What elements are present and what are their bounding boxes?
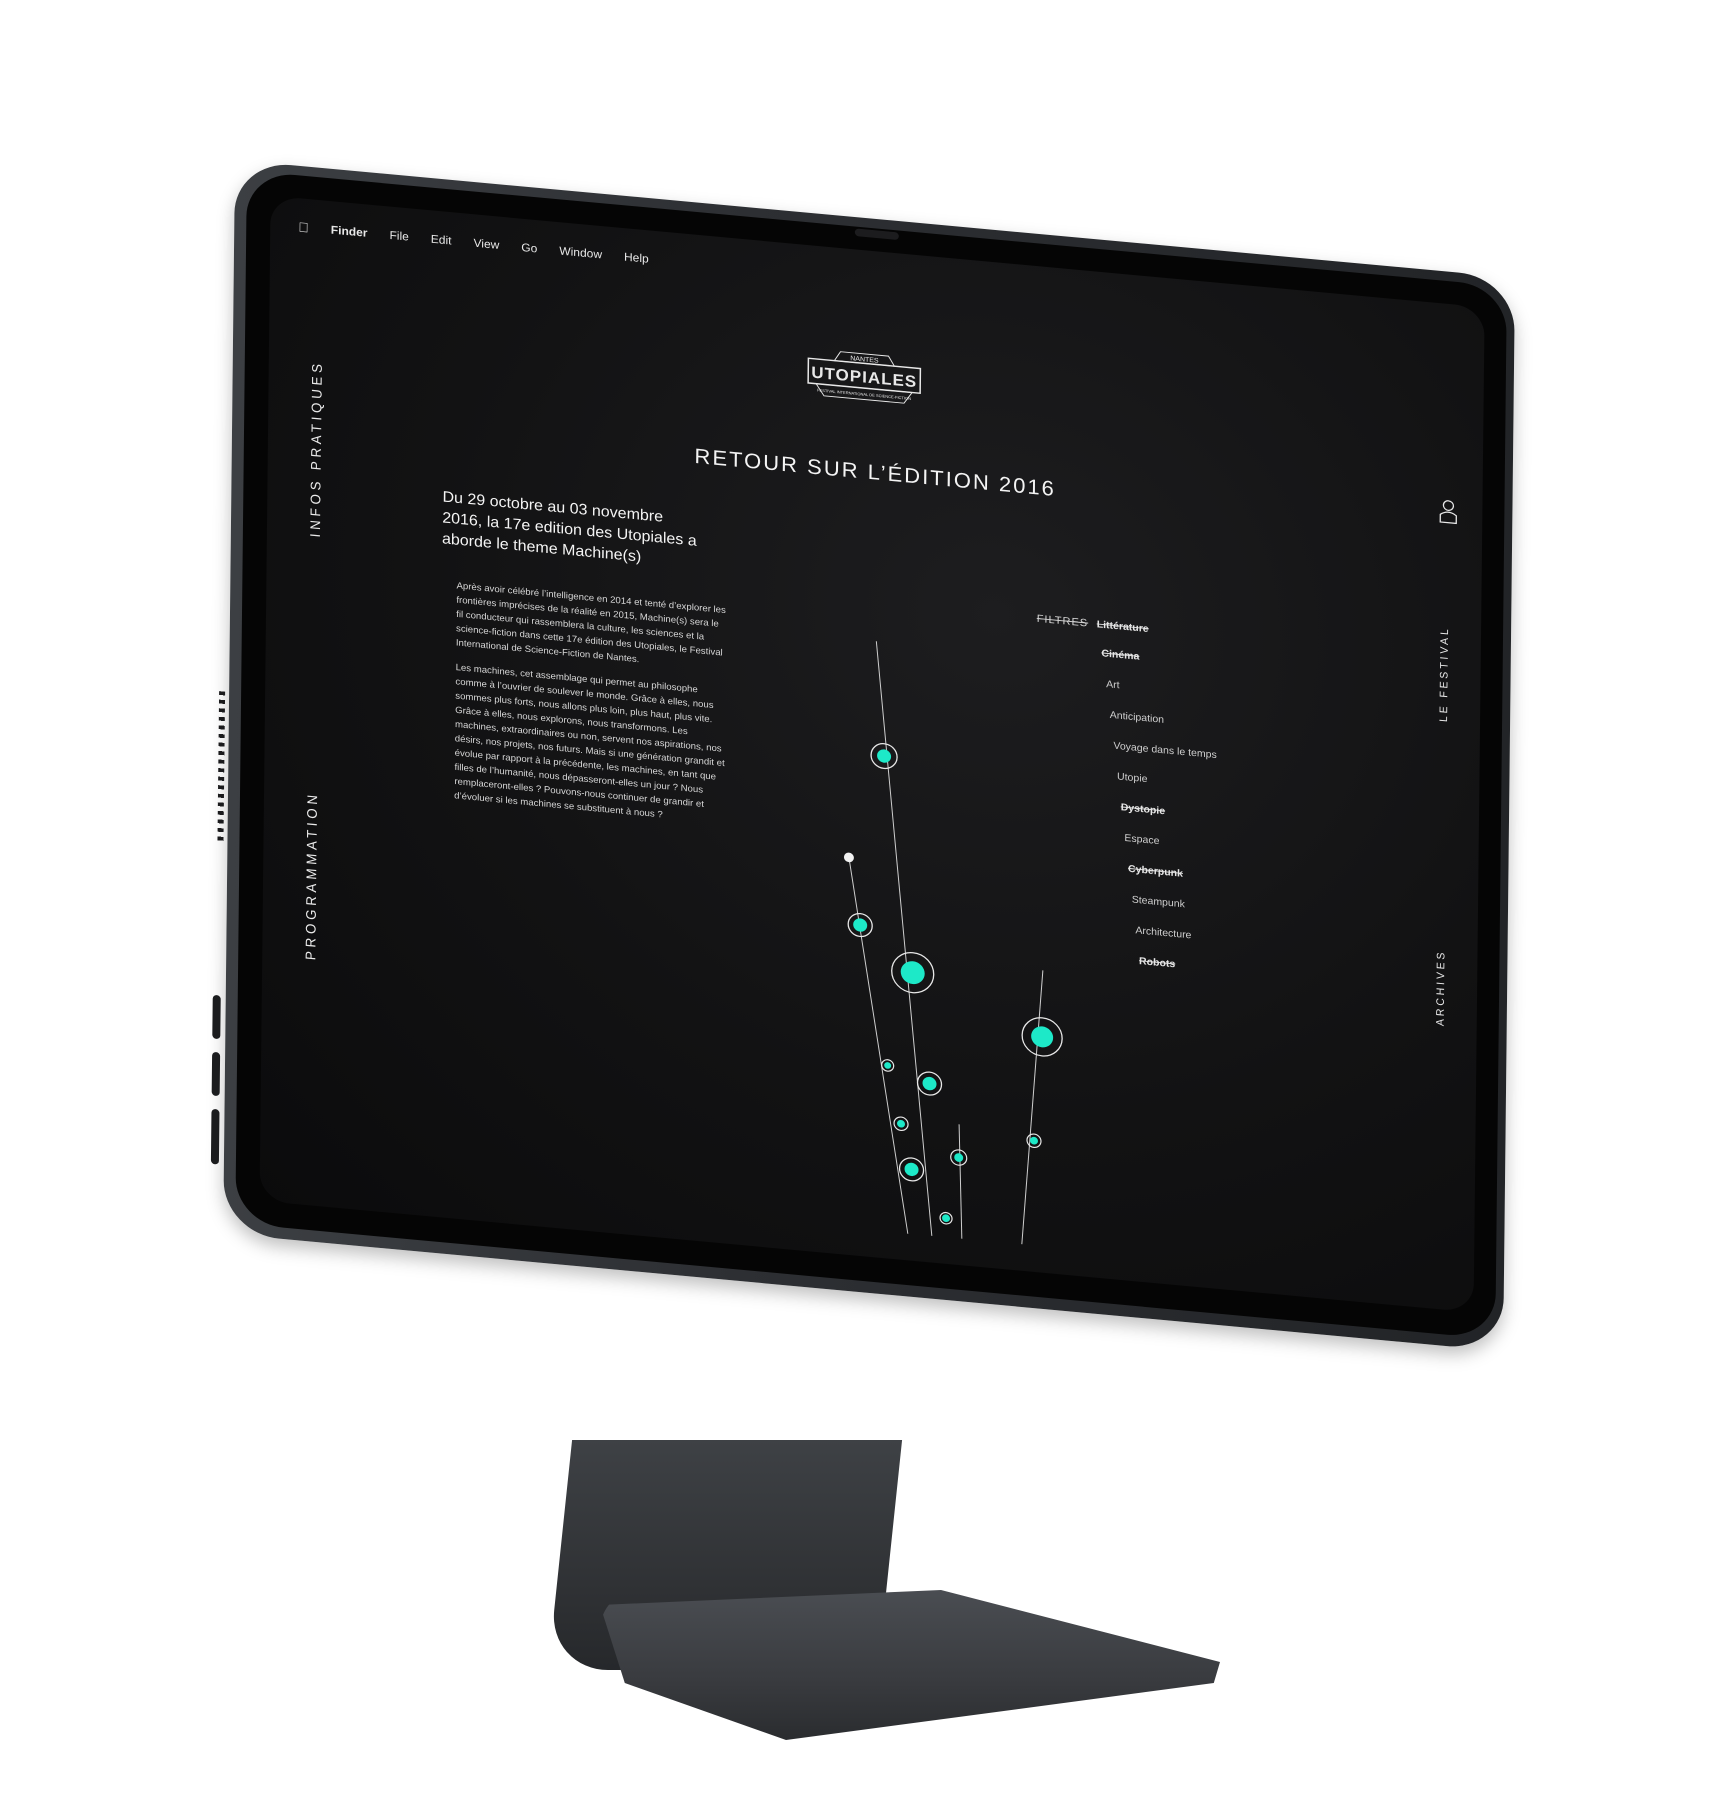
body-paragraph-1: Après avoir célébré l’intelligence en 20… (455, 580, 726, 666)
utopiales-logo[interactable]: NANTES UTOPIALES FESTIVAL INTERNATIONAL … (804, 345, 925, 417)
filters-label: FILTRES (1036, 613, 1089, 630)
menu-file[interactable]: File (389, 228, 408, 243)
timeline-node[interactable] (939, 1211, 953, 1225)
filter-robots[interactable]: Robots (1139, 955, 1175, 970)
apple-icon[interactable]:  (298, 219, 309, 235)
intro-heading: Du 29 octobre au 03 novembre 2016, la 17… (441, 489, 697, 566)
side-port (211, 1051, 221, 1097)
svg-text:FESTIVAL INTERNATIONAL DE SCIE: FESTIVAL INTERNATIONAL DE SCIENCE-FICTIO… (817, 387, 911, 401)
body-paragraph-2: Les machines, cet assemblage qui permet … (454, 662, 725, 821)
svg-text:NANTES: NANTES (850, 355, 879, 364)
screen:  Finder File Edit View Go Window Help N… (259, 195, 1485, 1313)
timeline-nodes[interactable] (840, 740, 1065, 1234)
timeline-visualization (840, 641, 1065, 1245)
filter-cinema[interactable]: Cinéma (1101, 648, 1139, 663)
timeline-node-start[interactable] (843, 852, 854, 863)
nav-le-festival[interactable]: LE FESTIVAL (1438, 626, 1451, 723)
menu-window[interactable]: Window (559, 244, 602, 261)
menu-finder[interactable]: Finder (331, 223, 368, 240)
nav-programmation[interactable]: PROGRAMMATION (302, 790, 320, 960)
menu-go[interactable]: Go (521, 241, 537, 256)
timeline-node[interactable] (916, 1071, 943, 1096)
timeline-node[interactable] (898, 1157, 925, 1182)
nav-archives[interactable]: ARCHIVES (1435, 949, 1448, 1026)
side-port (210, 1108, 220, 1165)
filter-architecture[interactable]: Architecture (1135, 925, 1191, 942)
menu-help[interactable]: Help (624, 250, 649, 266)
nav-infos-pratiques[interactable]: INFOS PRATIQUES (307, 359, 325, 538)
menu-view[interactable]: View (473, 236, 499, 252)
screen-bezel:  Finder File Edit View Go Window Help N… (235, 170, 1507, 1340)
body-text: Après avoir célébré l’intelligence en 20… (454, 579, 727, 838)
timeline-node[interactable] (950, 1149, 968, 1166)
speaker-grille (217, 691, 226, 844)
timeline-node[interactable] (1021, 1016, 1063, 1058)
timeline-node[interactable] (893, 1116, 909, 1131)
menu-bar:  Finder File Edit View Go Window Help (298, 219, 649, 266)
side-port (212, 994, 221, 1040)
monitor-stand-base (600, 1590, 1220, 1740)
camera (854, 228, 899, 241)
timeline-node[interactable] (891, 951, 935, 995)
user-icon[interactable] (1438, 498, 1458, 525)
timeline-node[interactable] (881, 1059, 895, 1072)
timeline-node[interactable] (870, 743, 898, 770)
monitor-device:  Finder File Edit View Go Window Help N… (210, 160, 1515, 1352)
filter-litterature[interactable]: Littérature (1097, 619, 1149, 635)
timeline-node[interactable] (847, 912, 873, 938)
menu-edit[interactable]: Edit (431, 232, 452, 247)
